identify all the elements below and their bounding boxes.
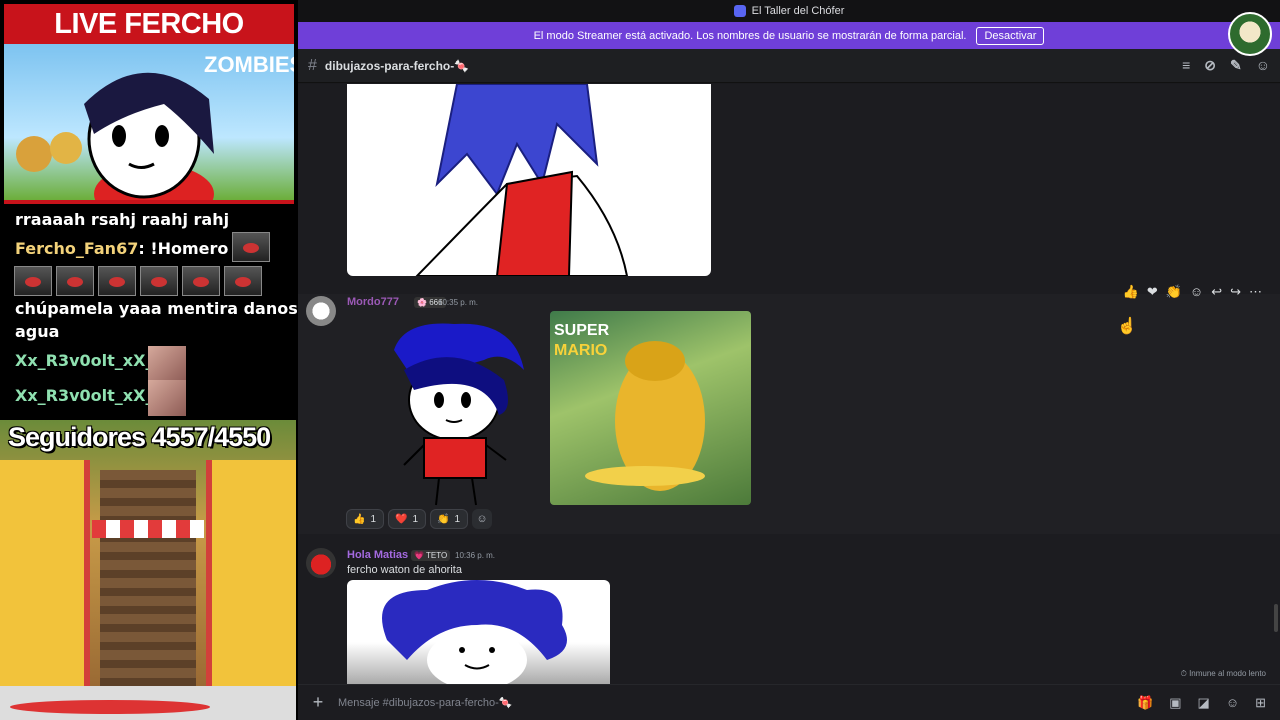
scrollbar[interactable] xyxy=(1274,604,1278,632)
emoji-icon[interactable]: ☺ xyxy=(1226,695,1239,711)
add-reaction-icon[interactable]: ☺ xyxy=(1190,284,1203,300)
hash-icon: # xyxy=(308,56,317,74)
window-titlebar: El Taller del Chófer xyxy=(298,0,1280,22)
attach-plus-icon[interactable]: + xyxy=(298,692,338,713)
streamer-banner: El modo Streamer está activado. Los nomb… xyxy=(298,22,1280,49)
gift-icon[interactable]: 🎁 xyxy=(1137,695,1153,711)
gif-icon[interactable]: ▣ xyxy=(1169,695,1181,711)
mouse-cursor-icon: ☝ xyxy=(1117,318,1137,335)
pin-icon[interactable]: ✎ xyxy=(1230,57,1242,74)
chat-line: agua xyxy=(15,322,60,341)
message-input[interactable] xyxy=(338,696,1038,709)
message-timestamp: 10:35 p. m. xyxy=(438,298,479,307)
discord-app: El Taller del Chófer El modo Streamer es… xyxy=(298,0,1280,720)
message-text: fercho waton de ahorita xyxy=(347,564,462,576)
webcam-video: ZOMBIES xyxy=(4,44,294,204)
chat-image xyxy=(148,380,186,416)
disable-streamer-button[interactable]: Desactivar xyxy=(976,26,1045,45)
attachment-image[interactable] xyxy=(347,84,711,276)
chat-emote xyxy=(224,266,262,296)
attachment-image[interactable] xyxy=(347,580,610,684)
chat-line: chúpamela yaaa mentira danos xyxy=(15,299,298,318)
chat-line: Fercho_Fan67: !Homero oye xyxy=(15,239,267,258)
reaction-clap[interactable]: 👏 1 xyxy=(430,509,468,529)
drawing-image[interactable] xyxy=(384,320,534,506)
forward-icon[interactable]: ↪ xyxy=(1230,284,1241,300)
message-list: Mordo777 🌸 666 10:35 p. m. 👍 ❤ 👏 ☺ ↩ ↪ ⋯ xyxy=(298,84,1280,684)
followers-counter: Seguidores 4557/4550 xyxy=(8,422,271,452)
chat-emote xyxy=(14,266,52,296)
composer-tools: 🎁 ▣ ◪ ☺ ⊞ xyxy=(1137,695,1266,711)
members-icon[interactable]: ☺ xyxy=(1256,57,1270,74)
window-title: El Taller del Chófer xyxy=(751,5,845,17)
rails xyxy=(100,470,196,686)
svg-text:SUPER: SUPER xyxy=(554,322,610,339)
chat-emote xyxy=(56,266,94,296)
svg-text:ZOMBIES: ZOMBIES xyxy=(204,52,294,77)
react-clap-icon[interactable]: 👏 xyxy=(1166,284,1182,300)
user-avatar-top[interactable] xyxy=(1228,12,1272,56)
react-heart-icon[interactable]: ❤ xyxy=(1147,284,1158,300)
add-reaction-button[interactable]: ☺ xyxy=(472,509,492,529)
more-options-icon[interactable]: ⋯ xyxy=(1249,284,1262,300)
mute-bell-icon[interactable]: ⊘ xyxy=(1204,57,1216,74)
train-right xyxy=(206,460,296,686)
reaction-thumbsup[interactable]: 👍 1 xyxy=(346,509,384,529)
drawing-image xyxy=(415,84,629,276)
chat-emote xyxy=(232,232,270,262)
game-video: Seguidores 4557/4550 xyxy=(0,420,296,686)
header-tools: ≡ ⊘ ✎ ☺ xyxy=(1182,57,1270,74)
channel-name: dibujazos-para-fercho-🍬 xyxy=(324,58,470,73)
threads-icon[interactable]: ≡ xyxy=(1182,57,1190,74)
train-left xyxy=(0,460,90,686)
chat-emote xyxy=(140,266,178,296)
webcam-title: LIVE FERCHO REACTION xyxy=(4,4,294,80)
bottom-strip xyxy=(0,686,296,720)
chat-image xyxy=(148,346,186,382)
sticker-icon[interactable]: ◪ xyxy=(1198,695,1210,711)
reactions-bar: 👍 1 ❤️ 1 👏 1 ☺ xyxy=(346,509,492,529)
message-username[interactable]: Mordo777 xyxy=(347,296,399,308)
message-timestamp: 10:36 p. m. xyxy=(455,551,496,560)
reply-icon[interactable]: ↩ xyxy=(1211,284,1222,300)
mario-art: SUPER MARIO xyxy=(554,322,705,491)
slow-mode-notice: ⏱ Inmune al modo lento xyxy=(1180,669,1266,678)
drawing-image xyxy=(382,580,567,684)
reaction-heart[interactable]: ❤️ 1 xyxy=(388,509,426,529)
chat-line: rraaaah rsahj raahj rahj xyxy=(15,210,230,229)
mario-image[interactable]: SUPER MARIO xyxy=(550,311,751,505)
react-thumbsup-icon[interactable]: 👍 xyxy=(1123,284,1139,300)
avatar[interactable] xyxy=(306,296,336,326)
svg-text:MARIO: MARIO xyxy=(554,342,607,359)
cartoon-avatar-image: ZOMBIES xyxy=(16,52,294,200)
apps-icon[interactable]: ⊞ xyxy=(1255,695,1266,711)
role-tag: 💗 TETO xyxy=(411,550,451,561)
stream-overlay: LIVE FERCHO REACTION ZOMBIES rraaaah rsa… xyxy=(0,0,298,720)
screen: LIVE FERCHO REACTION ZOMBIES rraaaah rsa… xyxy=(0,0,1280,720)
message-username[interactable]: Hola Matias xyxy=(347,549,408,561)
chat-emote xyxy=(98,266,136,296)
channel-header: # dibujazos-para-fercho-🍬 ≡ ⊘ ✎ ☺ xyxy=(298,49,1280,83)
message-composer: + 🎁 ▣ ◪ ☺ ⊞ xyxy=(298,684,1280,720)
message-actions: 👍 ❤ 👏 ☺ ↩ ↪ ⋯ xyxy=(1123,284,1262,300)
server-icon xyxy=(733,5,746,17)
barrier xyxy=(92,520,204,538)
avatar[interactable] xyxy=(306,548,336,578)
streamer-banner-text: El modo Streamer está activado. Los nomb… xyxy=(533,29,967,42)
chat-emote xyxy=(182,266,220,296)
